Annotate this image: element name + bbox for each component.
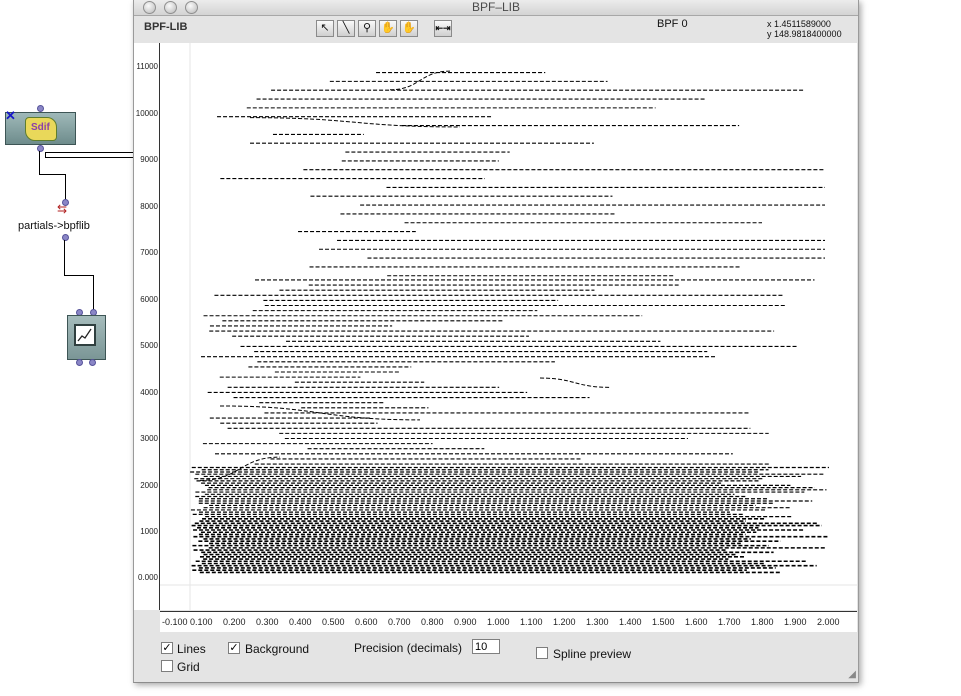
- library-label: BPF-LIB: [144, 21, 188, 33]
- bpf-plot-svg: [160, 43, 857, 610]
- x-tick-label: 1.300: [586, 617, 609, 627]
- background-label: Background: [245, 642, 310, 656]
- sdif-icon-text: Sdif: [31, 122, 50, 133]
- resize-grip-icon[interactable]: ◢: [848, 669, 856, 680]
- x-tick-label: 0.500: [322, 617, 345, 627]
- x-tick-label: 1.900: [784, 617, 807, 627]
- pencil-draw-icon[interactable]: ╲: [337, 20, 355, 37]
- x-tick-label: 1.600: [685, 617, 708, 627]
- spline-preview-checkbox[interactable]: [536, 647, 548, 659]
- y-tick-label: 7000: [140, 248, 158, 257]
- sdif-scroll-icon: Sdif: [25, 117, 57, 141]
- wire: [45, 152, 133, 153]
- x-tick-label: 1.000: [487, 617, 510, 627]
- close-box-icon[interactable]: ✕: [5, 108, 16, 124]
- precision-label: Precision (decimals): [354, 641, 463, 655]
- wire: [39, 174, 66, 175]
- partial-glissando: [389, 70, 451, 91]
- partials-box-label[interactable]: partials->bpflib: [18, 220, 90, 232]
- y-tick-label: 3000: [140, 434, 158, 443]
- patch-canvas: Sdif ✕ ⇆ partials->bpflib: [0, 0, 133, 696]
- wire: [39, 151, 40, 175]
- x-tick-label: 0.400: [289, 617, 312, 627]
- bpf-name-label: BPF 0: [657, 18, 688, 30]
- convert-arrows-icon: ⇆: [57, 202, 68, 216]
- x-tick-label: 1.700: [718, 617, 741, 627]
- y-tick-label: 1000: [140, 527, 158, 536]
- title-bar[interactable]: BPF–LIB: [134, 0, 858, 16]
- x-tick-label: 0.200: [223, 617, 246, 627]
- y-tick-label: 4000: [140, 388, 158, 397]
- editor-controls: ✓ Lines ✓ Background Grid Precision (dec…: [134, 632, 858, 682]
- zoom-icon[interactable]: ⚲: [358, 20, 376, 37]
- spline-preview-label: Spline preview: [553, 647, 632, 661]
- bpf-lib-window: BPF–LIB BPF-LIB ↖ ╲ ⚲ ✋ ✋ ⇤⇥ BPF 0 x 1.4…: [133, 0, 859, 683]
- y-tick-label: 11000: [136, 62, 158, 71]
- bpflib-outlet[interactable]: [76, 359, 83, 366]
- cursor-x-readout: x 1.4511589000: [767, 19, 831, 29]
- y-axis-ruler[interactable]: 11000 10000 9000 8000 7000 6000 5000 4000 3000 20…: [134, 43, 160, 610]
- x-tick-label: 1.500: [652, 617, 675, 627]
- partial-glissando: [539, 377, 611, 388]
- background-checkbox[interactable]: ✓: [228, 642, 240, 654]
- y-tick-label: 0.000: [137, 573, 158, 582]
- lines-label: Lines: [177, 642, 206, 656]
- hand-move-icon[interactable]: ✋: [379, 20, 397, 37]
- x-tick-label: 0.300: [256, 617, 279, 627]
- lines-checkbox[interactable]: ✓: [161, 642, 173, 654]
- x-axis-ruler[interactable]: -0.100 0.100 0.200 0.300 0.400 0.500 0.600 0.70…: [160, 611, 857, 632]
- grid-label: Grid: [177, 660, 200, 674]
- y-tick-label: 10000: [135, 109, 158, 118]
- y-tick-label: 8000: [140, 202, 158, 211]
- x-tick-label: 2.000: [817, 617, 840, 627]
- window-title: BPF–LIB: [471, 0, 521, 14]
- y-tick-label: 6000: [140, 295, 158, 304]
- graph-icon: [74, 324, 96, 346]
- x-tick-label: 0.900: [454, 617, 477, 627]
- x-tick-label: -0.100: [162, 617, 188, 627]
- bpf-lib-box[interactable]: [67, 315, 106, 360]
- precision-input[interactable]: [472, 639, 500, 654]
- x-tick-label: 1.400: [619, 617, 642, 627]
- x-tick-label: 0.600: [355, 617, 378, 627]
- wire: [93, 275, 94, 310]
- x-tick-label: 0.700: [388, 617, 411, 627]
- fit-width-icon[interactable]: ⇤⇥: [434, 20, 452, 37]
- wire: [64, 240, 65, 275]
- y-tick-label: 5000: [140, 341, 158, 350]
- cursor-y-readout: y 148.9818400000: [767, 29, 842, 39]
- x-tick-label: 0.100: [190, 617, 213, 627]
- y-tick-label: 9000: [140, 155, 158, 164]
- x-tick-label: 1.100: [520, 617, 543, 627]
- hand-scroll-icon[interactable]: ✋: [400, 20, 418, 37]
- wire: [45, 157, 133, 158]
- arrow-select-icon[interactable]: ↖: [316, 20, 334, 37]
- editor-toolbar: BPF-LIB ↖ ╲ ⚲ ✋ ✋ ⇤⇥ BPF 0 x 1.451158900…: [134, 16, 858, 42]
- bpflib-outlet[interactable]: [89, 359, 96, 366]
- y-tick-label: 2000: [140, 481, 158, 490]
- bpf-plot-area[interactable]: [160, 43, 857, 610]
- x-tick-label: 1.200: [553, 617, 576, 627]
- wire: [65, 174, 66, 202]
- grid-checkbox[interactable]: [161, 660, 173, 672]
- wire: [64, 275, 94, 276]
- x-tick-label: 1.800: [751, 617, 774, 627]
- sdif-inlet[interactable]: [37, 105, 44, 112]
- x-tick-label: 0.800: [421, 617, 444, 627]
